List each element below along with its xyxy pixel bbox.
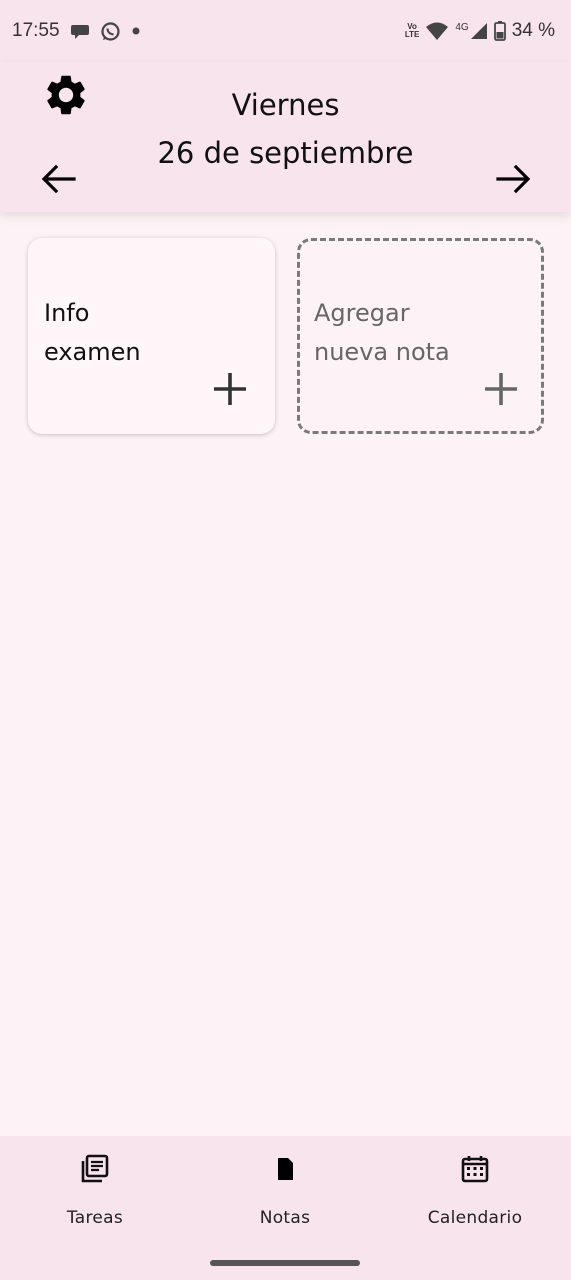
- add-note-line-1: Agregar: [314, 299, 410, 327]
- note-add-button[interactable]: [212, 371, 248, 407]
- add-note-line-2: nueva nota: [314, 338, 450, 366]
- network-type: 4G: [455, 22, 487, 40]
- status-bar: 17:55 Vo LTE 4G 34 %: [0, 0, 571, 62]
- note-card[interactable]: Info examen: [28, 238, 275, 434]
- add-note-label: Agregar nueva nota: [314, 294, 514, 372]
- add-note-button[interactable]: [483, 371, 519, 407]
- home-indicator[interactable]: [210, 1260, 360, 1266]
- signal-icon: [470, 23, 487, 39]
- whatsapp-icon: [100, 21, 121, 42]
- nav-item-tareas[interactable]: Tareas: [0, 1136, 190, 1246]
- status-right: Vo LTE 4G 34 %: [405, 20, 555, 42]
- dot-icon: [131, 26, 141, 36]
- add-note-card[interactable]: Agregar nueva nota: [297, 238, 544, 434]
- volte-icon: Vo LTE: [405, 23, 420, 39]
- nav-label-tareas: Tareas: [66, 1208, 124, 1228]
- nav-label-notas: Notas: [259, 1208, 311, 1228]
- battery-percent: 34 %: [511, 20, 555, 41]
- next-day-button[interactable]: [494, 162, 532, 196]
- wifi-icon: [425, 21, 449, 41]
- volte-bottom-text: LTE: [404, 30, 420, 39]
- status-left: 17:55: [12, 20, 141, 42]
- plus-icon: [214, 373, 246, 405]
- date-text: 26 de septiembre: [157, 136, 414, 170]
- nav-item-calendario[interactable]: Calendario: [380, 1136, 570, 1246]
- arrow-left-icon: [41, 164, 76, 194]
- note-title-line-1: Info: [44, 299, 90, 327]
- nav-label-calendario: Calendario: [427, 1208, 523, 1228]
- document-icon: [278, 1158, 293, 1180]
- network-type-text: 4G: [455, 22, 469, 33]
- calendar-icon: [461, 1156, 489, 1183]
- arrow-right-icon: [496, 164, 531, 194]
- previous-day-button[interactable]: [40, 162, 78, 196]
- bottom-navigation: Tareas Notas Calendario: [0, 1136, 571, 1280]
- plus-icon: [485, 373, 517, 405]
- nav-item-notas[interactable]: Notas: [190, 1136, 380, 1246]
- battery-icon: [493, 21, 506, 41]
- article-list-icon: [81, 1154, 109, 1183]
- note-title-line-2: examen: [44, 338, 141, 366]
- chat-bubble-icon: [70, 21, 90, 41]
- status-time: 17:55: [12, 20, 60, 41]
- note-title: Info examen: [44, 294, 244, 372]
- day-name: Viernes: [231, 88, 340, 122]
- date-header: Viernes 26 de septiembre: [0, 62, 571, 212]
